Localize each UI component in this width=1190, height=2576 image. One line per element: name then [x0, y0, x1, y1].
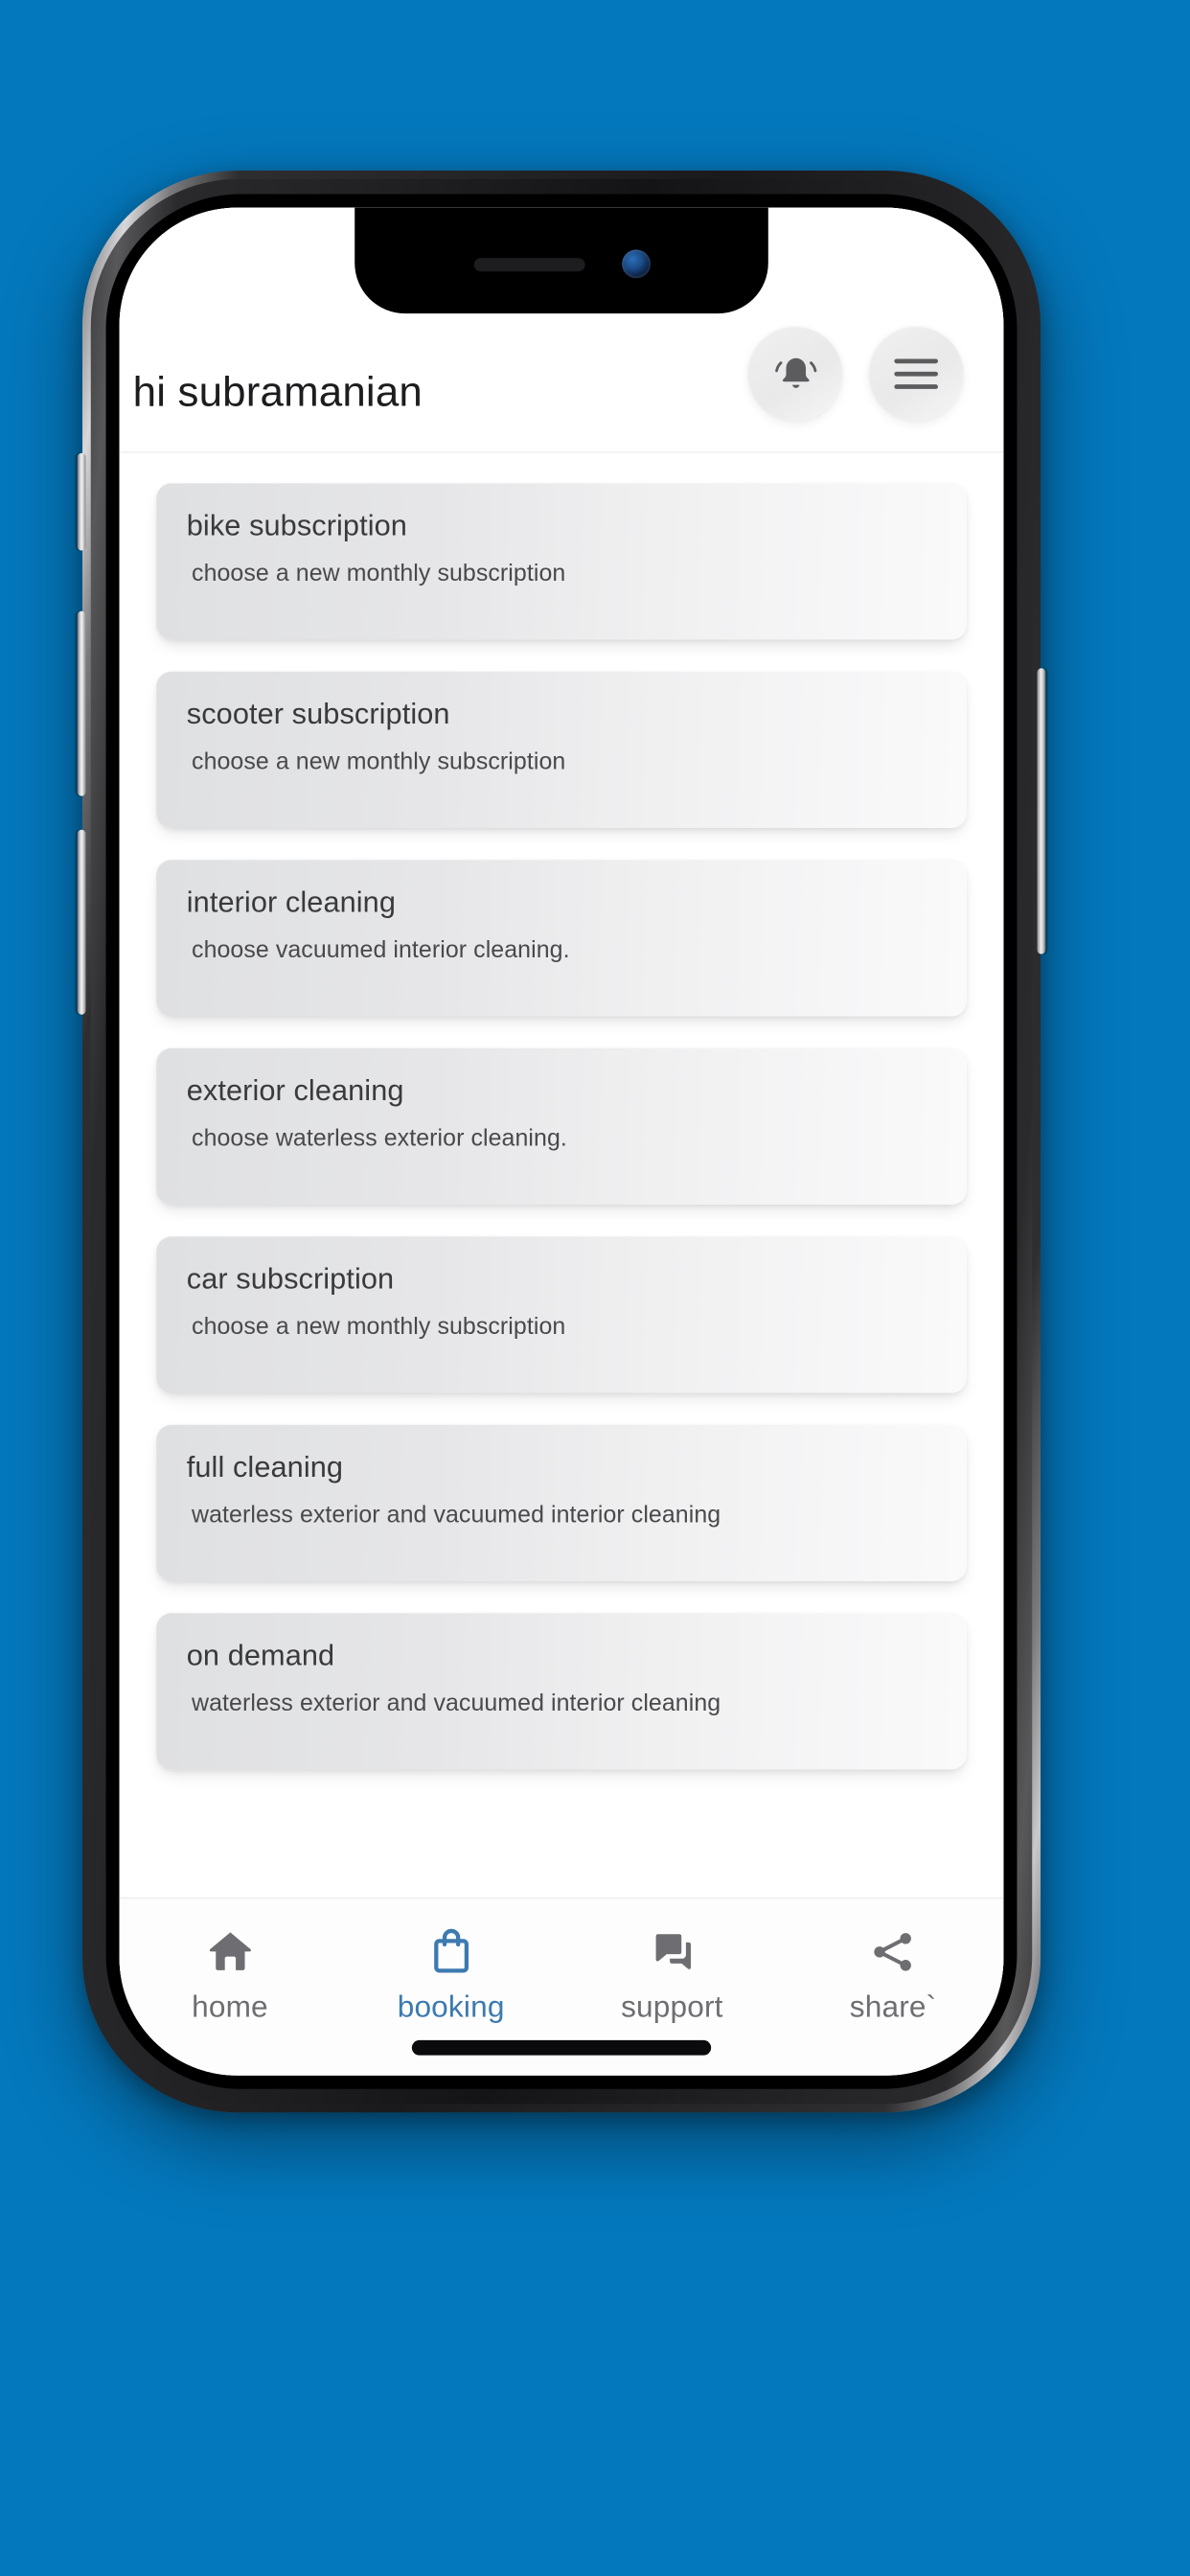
service-card-subtitle: choose a new monthly subscription: [192, 1314, 566, 1342]
nav-item-label: home: [192, 1990, 268, 2024]
service-card-full-cleaning[interactable]: full cleaning waterless exterior and vac…: [156, 1424, 967, 1581]
nav-item-label: share`: [849, 1990, 937, 2024]
bell-icon: [772, 352, 817, 397]
service-card-subtitle: choose a new monthly subscription: [192, 561, 566, 588]
service-card-on-demand[interactable]: on demand waterless exterior and vacuume…: [156, 1613, 967, 1770]
front-camera-icon: [621, 249, 651, 279]
phone-device: hi subramanian bike subscription choose …: [77, 171, 1046, 2113]
service-card-subtitle: waterless exterior and vacuumed interior…: [192, 1690, 721, 1718]
service-card-car-subscription[interactable]: car subscription choose a new monthly su…: [156, 1236, 967, 1393]
service-card-interior-cleaning[interactable]: interior cleaning choose vacuumed interi…: [156, 860, 967, 1017]
nav-item-share[interactable]: share`: [783, 1922, 1004, 2022]
share-icon: [868, 1922, 919, 1980]
menu-button[interactable]: [869, 327, 964, 422]
shopping-bag-icon: [426, 1922, 475, 1980]
app-screen: hi subramanian bike subscription choose …: [119, 207, 1004, 2076]
service-card-subtitle: choose vacuumed interior cleaning.: [192, 937, 570, 965]
greeting-text: hi subramanian: [132, 369, 423, 417]
volume-down-button[interactable]: [77, 829, 86, 1015]
nav-item-home[interactable]: home: [120, 1922, 341, 2022]
chat-bubbles-icon: [647, 1922, 698, 1980]
power-button[interactable]: [1037, 668, 1046, 954]
service-card-title: scooter subscription: [186, 697, 450, 731]
nav-item-support[interactable]: support: [561, 1922, 783, 2022]
service-card-title: car subscription: [186, 1261, 395, 1296]
earpiece-speaker-icon: [472, 257, 584, 271]
service-card-title: exterior cleaning: [186, 1073, 404, 1108]
device-screen: hi subramanian bike subscription choose …: [119, 207, 1004, 2076]
silence-switch[interactable]: [77, 452, 86, 551]
service-card-subtitle: choose a new monthly subscription: [192, 748, 566, 777]
home-icon: [205, 1922, 256, 1980]
service-card-subtitle: choose waterless exterior cleaning.: [192, 1125, 567, 1154]
notification-button[interactable]: [747, 327, 842, 422]
service-card-exterior-cleaning[interactable]: exterior cleaning choose waterless exter…: [156, 1047, 967, 1205]
service-card-title: on demand: [186, 1638, 335, 1672]
service-card-title: interior cleaning: [186, 885, 397, 919]
nav-item-label: booking: [397, 1990, 505, 2024]
service-card-title: full cleaning: [186, 1450, 344, 1484]
nav-item-booking[interactable]: booking: [340, 1922, 561, 2022]
service-card-list: bike subscription choose a new monthly s…: [119, 452, 1004, 1898]
volume-up-button[interactable]: [77, 610, 86, 796]
hamburger-menu-icon: [893, 356, 940, 393]
home-indicator[interactable]: [411, 2039, 712, 2056]
service-card-title: bike subscription: [186, 508, 407, 542]
nav-item-label: support: [621, 1990, 723, 2024]
notch: [355, 207, 768, 314]
service-card-subtitle: waterless exterior and vacuumed interior…: [192, 1502, 721, 1530]
service-card-scooter-subscription[interactable]: scooter subscription choose a new monthl…: [156, 671, 967, 828]
service-card-bike-subscription[interactable]: bike subscription choose a new monthly s…: [156, 483, 967, 640]
